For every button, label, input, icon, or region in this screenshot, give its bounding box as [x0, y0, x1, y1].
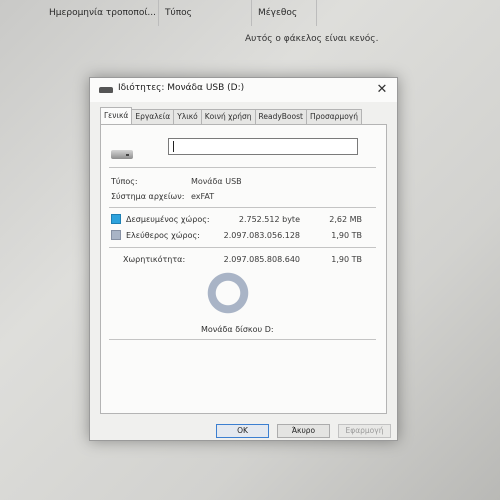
free-space-size: 1,90 TB [331, 231, 362, 240]
separator [109, 339, 376, 340]
tab-hardware[interactable]: Υλικό [173, 109, 202, 124]
free-space-label: Ελεύθερος χώρος: [126, 231, 200, 240]
tab-strip: Γενικά Εργαλεία Υλικό Κοινή χρήση ReadyB… [100, 107, 362, 124]
free-space-bytes: 2.097.083.056.128 [223, 231, 300, 240]
used-space-swatch [111, 214, 121, 224]
capacity-size: 1,90 TB [331, 255, 362, 264]
type-value: Μονάδα USB [191, 177, 242, 186]
column-header-type[interactable]: Τύπος [159, 0, 252, 26]
disk-usage-donut [207, 272, 249, 314]
close-button[interactable]: ✕ [373, 81, 391, 99]
tab-general[interactable]: Γενικά [100, 107, 133, 124]
dialog-title: Ιδιότητες: Μονάδα USB (D:) [118, 83, 245, 93]
used-space-size: 2,62 MB [329, 215, 362, 224]
separator [109, 167, 376, 168]
file-system-value: exFAT [191, 192, 215, 201]
disk-drive-label: Μονάδα δίσκου D: [201, 325, 274, 334]
column-header-date-modified[interactable]: Ημερομηνία τροποποί... [43, 0, 159, 26]
dialog-titlebar[interactable]: Ιδιότητες: Μονάδα USB (D:) ✕ [90, 78, 397, 102]
capacity-bytes: 2.097.085.808.640 [223, 255, 300, 264]
used-space-bytes: 2.752.512 byte [238, 215, 300, 224]
drive-icon [111, 147, 133, 159]
tab-sharing[interactable]: Κοινή χρήση [200, 109, 256, 124]
ok-button[interactable]: OK [216, 424, 269, 438]
used-space-label: Δεσμευμένος χώρος: [126, 215, 210, 224]
general-panel: Τύπος: Μονάδα USB Σύστημα αρχείων: exFAT… [100, 124, 387, 414]
capacity-label: Χωρητικότητα: [123, 255, 186, 264]
cancel-button[interactable]: Άκυρο [277, 424, 330, 438]
separator [109, 207, 376, 208]
tab-readyboost[interactable]: ReadyBoost [254, 109, 307, 124]
tab-tools[interactable]: Εργαλεία [131, 109, 175, 124]
drive-name-input[interactable] [168, 138, 358, 155]
empty-folder-message: Αυτός ο φάκελος είναι κενός. [245, 34, 379, 44]
free-space-swatch [111, 230, 121, 240]
type-label: Τύπος: [111, 177, 138, 186]
usb-drive-icon [99, 87, 113, 93]
column-header-size[interactable]: Μέγεθος [252, 0, 317, 26]
separator [109, 247, 376, 248]
file-system-label: Σύστημα αρχείων: [111, 192, 185, 201]
apply-button[interactable]: Εφαρμογή [338, 424, 391, 438]
tab-customize[interactable]: Προσαρμογή [305, 109, 362, 124]
properties-dialog: Ιδιότητες: Μονάδα USB (D:) ✕ Γενικά Εργα… [89, 77, 398, 441]
text-caret [173, 141, 174, 152]
